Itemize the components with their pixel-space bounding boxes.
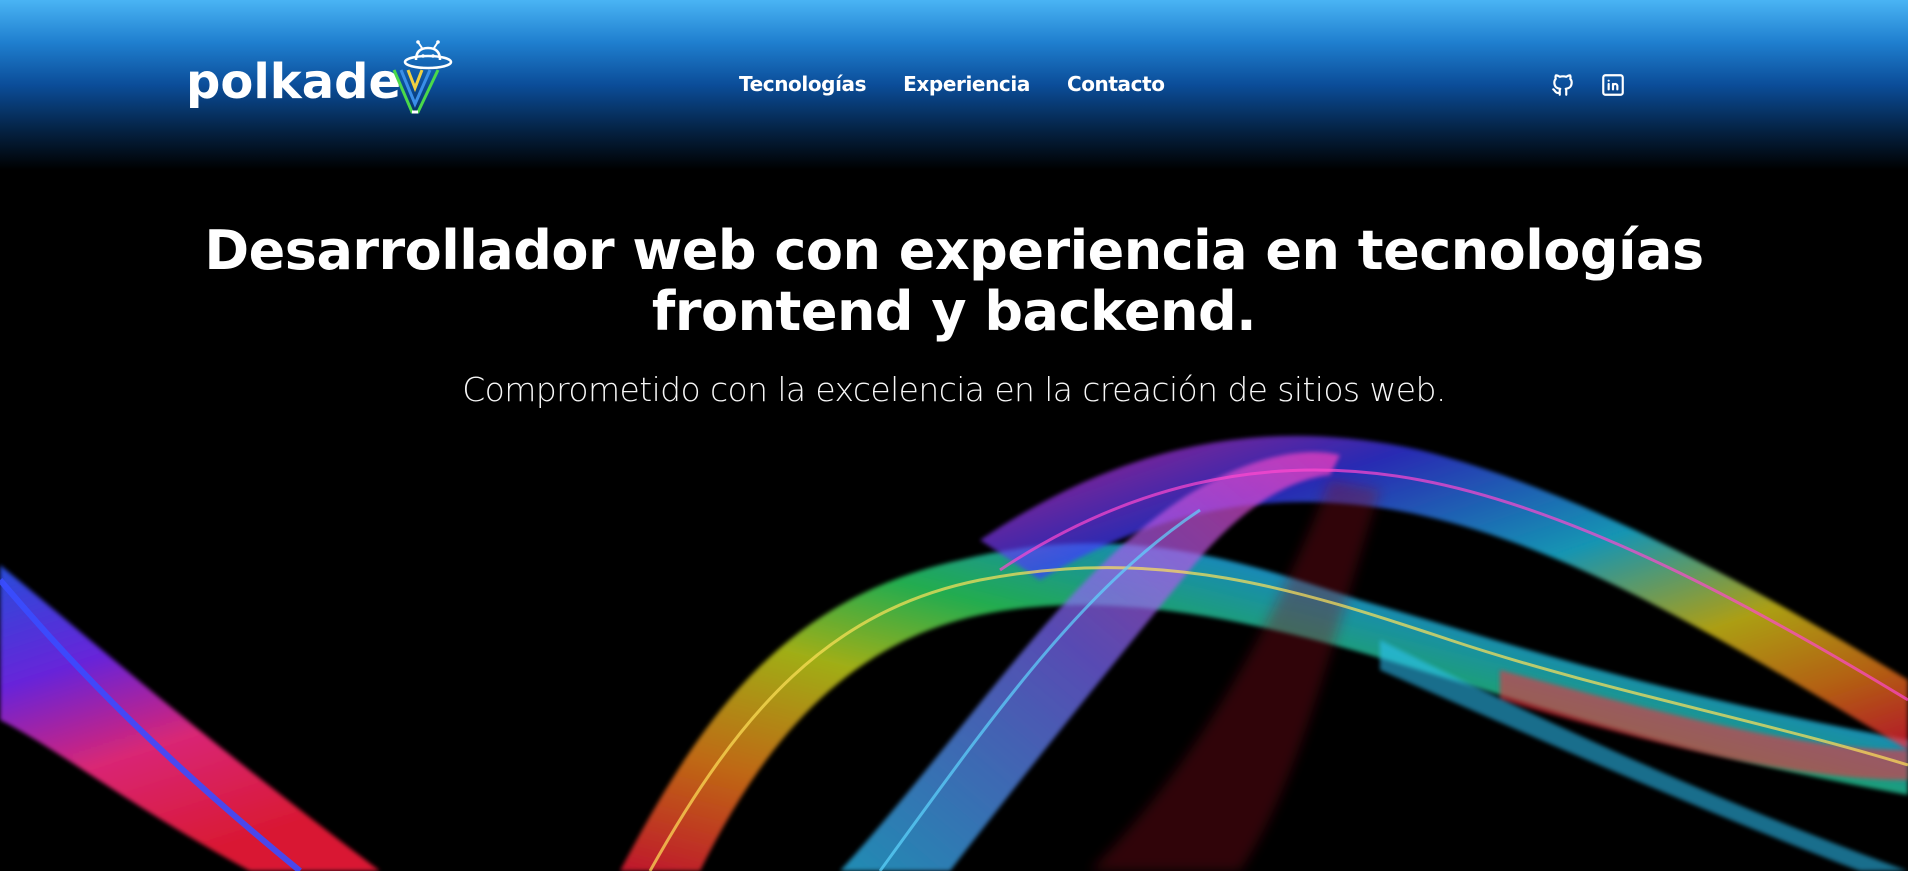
nav-contacto[interactable]: Contacto [1067, 72, 1165, 96]
hero-subtitle: Comprometido con la excelencia en la cre… [462, 370, 1446, 409]
brand-wordmark: polkade [186, 54, 402, 110]
github-icon [1552, 74, 1573, 96]
landing-page: polkade Tecnologías Experiencia Contacto… [0, 0, 1908, 871]
nav-experiencia[interactable]: Experiencia [903, 72, 1030, 96]
nav-tecnologias[interactable]: Tecnologías [739, 72, 867, 96]
hero-title-line-2: frontend y backend. [651, 280, 1257, 343]
site-header: polkade Tecnologías Experiencia Contacto [0, 0, 1908, 170]
brand-logo[interactable]: polkade [186, 40, 456, 115]
v-letter-icon [392, 69, 440, 114]
rainbow-waves-background [0, 435, 1908, 871]
linkedin-link[interactable] [1600, 72, 1626, 98]
hero-section: Desarrollador web con experiencia en tec… [0, 220, 1908, 409]
github-link[interactable] [1550, 72, 1576, 98]
hero-title-line-1: Desarrollador web con experiencia en tec… [204, 219, 1704, 282]
social-links [1550, 72, 1626, 98]
hero-title: Desarrollador web con experiencia en tec… [154, 220, 1754, 342]
linkedin-icon [1602, 74, 1624, 96]
main-nav: Tecnologías Experiencia Contacto [739, 72, 1165, 96]
